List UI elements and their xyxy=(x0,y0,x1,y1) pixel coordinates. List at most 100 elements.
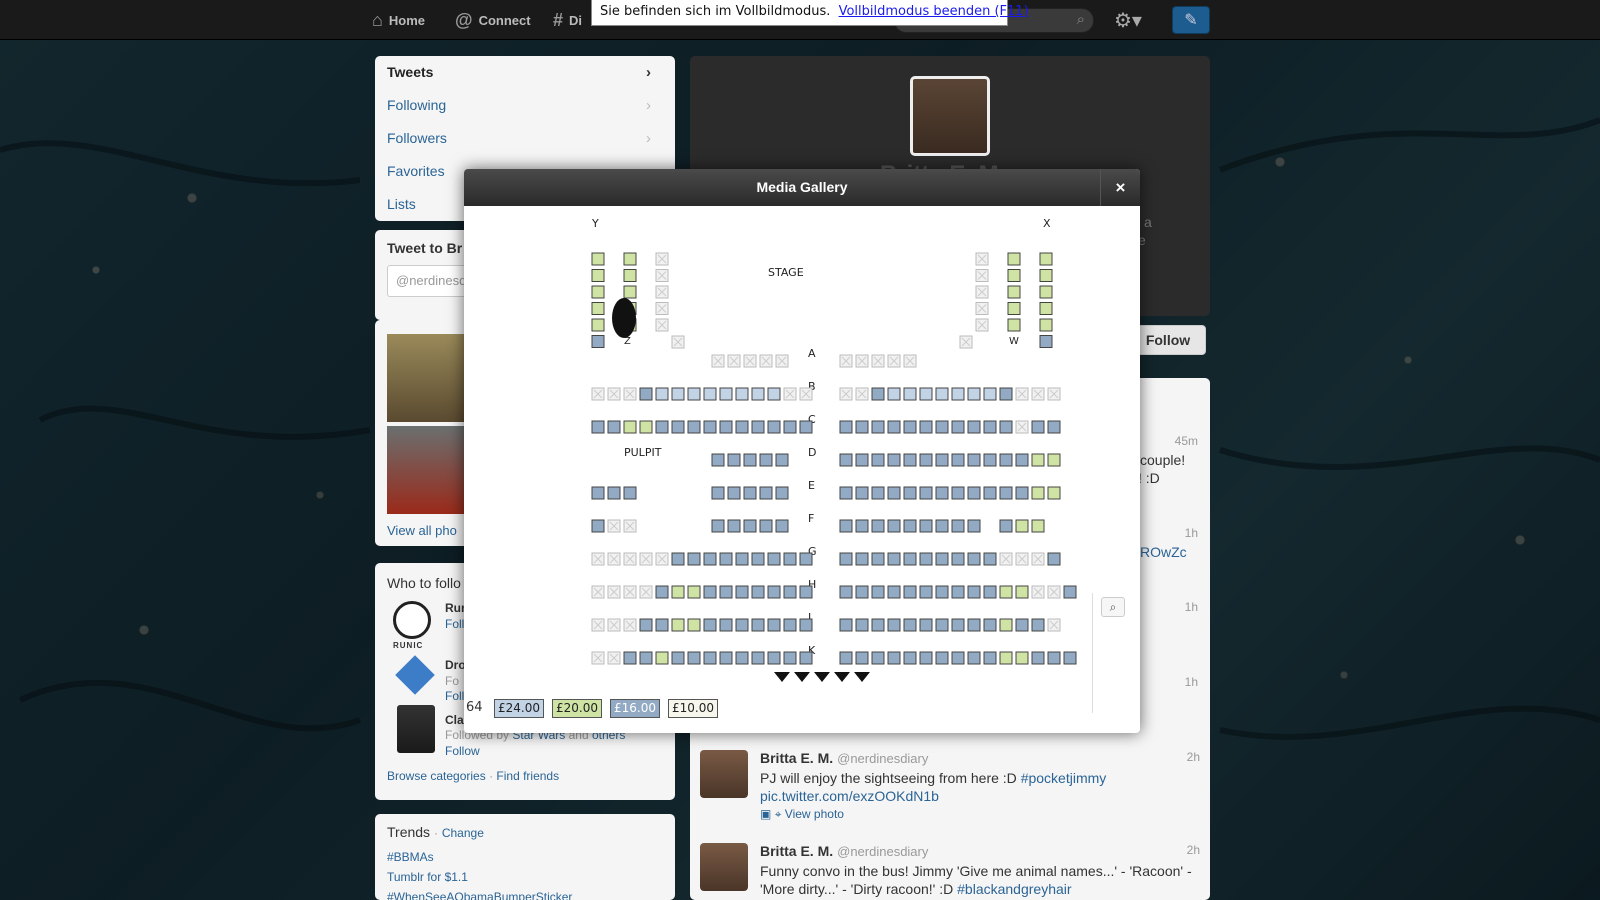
tweet-time[interactable]: 2h xyxy=(1187,750,1200,764)
seat xyxy=(591,302,605,315)
seat xyxy=(591,318,605,332)
seat xyxy=(887,453,901,467)
tweet-author-name: Britta E. M. xyxy=(760,843,834,859)
seat xyxy=(1015,453,1029,467)
photo-thumbnail[interactable] xyxy=(387,334,467,422)
seat xyxy=(623,420,637,434)
home-icon: ⌂ xyxy=(372,10,383,30)
seat xyxy=(839,552,853,566)
sidebar-item-followers[interactable]: Followers › xyxy=(387,130,663,147)
seat xyxy=(607,486,621,500)
seat xyxy=(671,420,685,434)
seat xyxy=(951,486,965,500)
find-friends-link[interactable]: Find friends xyxy=(496,769,559,783)
media-gallery-modal: Media Gallery × Y X STAGE PULPIT W Z A B C D E F G H J… xyxy=(464,169,1140,733)
trends-heading: Trends · Change xyxy=(387,824,484,840)
seat xyxy=(711,453,725,467)
profile-avatar[interactable] xyxy=(910,76,990,156)
view-all-photos-link[interactable]: View all pho xyxy=(387,523,457,538)
seat xyxy=(1063,651,1077,665)
browse-links: Browse categories · Find friends xyxy=(387,769,560,783)
seat xyxy=(623,285,637,299)
tweet-time[interactable]: 2h xyxy=(1187,843,1200,857)
seat xyxy=(719,420,733,434)
nav-connect[interactable]: @ Connect xyxy=(455,10,531,31)
seating-plan-image: Y X STAGE PULPIT W Z A B C D E F G H J K xyxy=(464,206,1094,693)
seat xyxy=(759,453,773,467)
settings-gear-icon[interactable]: ⚙▾ xyxy=(1114,8,1142,33)
sidebar-item-lists[interactable]: Lists xyxy=(387,196,416,212)
tweet-avatar[interactable] xyxy=(700,750,748,798)
modal-header: Media Gallery xyxy=(464,169,1140,206)
seat xyxy=(703,420,717,434)
seat xyxy=(767,552,781,566)
sidebar-item-following[interactable]: Following › xyxy=(387,97,663,114)
tweet-media-link[interactable]: pic.twitter.com/exzOOKdN1b xyxy=(760,788,939,804)
tweet-time: 45m xyxy=(1174,434,1198,448)
seat xyxy=(743,519,757,533)
seat xyxy=(887,519,901,533)
seat xyxy=(919,618,933,632)
close-icon[interactable]: × xyxy=(1100,169,1140,206)
photo-thumbnail[interactable] xyxy=(387,426,467,514)
seat xyxy=(655,387,669,401)
at-icon: @ xyxy=(455,10,473,30)
seat xyxy=(983,651,997,665)
runic-logo-text: RUNIC xyxy=(393,641,424,650)
seat xyxy=(1007,302,1021,315)
seat xyxy=(999,420,1013,434)
seat xyxy=(983,585,997,599)
seat xyxy=(775,519,789,533)
exit-fullscreen-link[interactable]: Vollbildmodus beenden (F11) xyxy=(839,4,1029,19)
seat xyxy=(767,387,781,401)
trend-item[interactable]: #WhenSeeAObamaBumperSticker xyxy=(387,890,572,900)
nav-discover[interactable]: # Di xyxy=(553,10,582,31)
seat xyxy=(967,618,981,632)
price-legend: 64 £24.00 £20.00 £16.00 £10.00 xyxy=(464,699,1094,721)
tweet-hashtag[interactable]: #pocketjimmy xyxy=(1021,770,1107,786)
seat xyxy=(703,387,717,401)
trends-change-link[interactable]: Change xyxy=(442,826,484,840)
chevron-right-icon: › xyxy=(646,130,651,147)
row-label: A xyxy=(808,347,816,360)
seat xyxy=(591,519,605,533)
magnifier-icon[interactable]: ⌕ xyxy=(1101,597,1125,617)
seat xyxy=(903,486,917,500)
sidebar-item-tweets[interactable]: Tweets › xyxy=(387,64,663,81)
suggestion-name[interactable]: Dro xyxy=(445,658,466,672)
seat xyxy=(903,420,917,434)
tweet-hashtag[interactable]: #blackandgreyhair xyxy=(957,881,1071,897)
seat xyxy=(855,420,869,434)
seat xyxy=(887,651,901,665)
tweet-item[interactable]: Britta E. M. @nerdinesdiary 2h PJ will en… xyxy=(700,750,1200,830)
direction-marker xyxy=(814,672,830,682)
view-photo-link[interactable]: ▣ ⌖ View photo xyxy=(760,807,844,822)
tweet-body: PJ will enjoy the sightseeing from here … xyxy=(760,770,1017,786)
seat xyxy=(855,453,869,467)
compose-tweet-button[interactable]: ✎ xyxy=(1172,6,1210,34)
seat xyxy=(751,420,765,434)
follow-button[interactable]: Follow xyxy=(1130,325,1206,355)
nav-home[interactable]: ⌂ Home xyxy=(372,10,425,31)
seat xyxy=(1015,486,1029,500)
sidebar-item-favorites[interactable]: Favorites xyxy=(387,163,445,179)
trends-panel: Trends · Change #BBMAs Tumblr for $1.1 #… xyxy=(375,814,675,900)
seat xyxy=(999,486,1013,500)
suggestion-sub: Fo xyxy=(445,674,460,688)
tweet-author[interactable]: Britta E. M. @nerdinesdiary xyxy=(760,750,928,766)
seat xyxy=(903,618,917,632)
trend-item[interactable]: #BBMAs xyxy=(387,850,434,864)
price-tag-16: £16.00 xyxy=(610,699,660,718)
browse-categories-link[interactable]: Browse categories xyxy=(387,769,486,783)
tweet-author[interactable]: Britta E. M. @nerdinesdiary xyxy=(760,843,928,859)
seat xyxy=(919,387,933,401)
trend-item[interactable]: Tumblr for $1.1 xyxy=(387,870,468,884)
suggestion-name[interactable]: Cla xyxy=(445,713,464,727)
tweet-avatar[interactable] xyxy=(700,843,748,891)
seat xyxy=(1015,519,1029,533)
suggestion-follow-link[interactable]: Follow xyxy=(445,744,480,758)
seat xyxy=(919,585,933,599)
tweet-link-fragment[interactable]: ROwZc xyxy=(1140,544,1187,560)
camera-icon: ▣ xyxy=(760,807,772,821)
tweet-item[interactable]: Britta E. M. @nerdinesdiary 2h Funny conv… xyxy=(700,843,1200,900)
